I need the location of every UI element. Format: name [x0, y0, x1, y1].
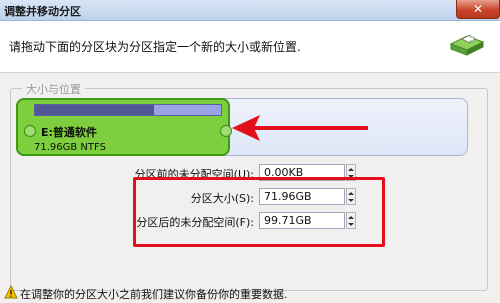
- annotation-arrow-icon: [232, 115, 368, 141]
- close-button[interactable]: ✕: [456, 0, 500, 19]
- dialog-header: 请拖动下面的分区块为分区指定一个新的大小或新位置.: [0, 21, 500, 73]
- resize-move-partition-dialog: 调整并移动分区 ✕ 请拖动下面的分区块为分区指定一个新的大小或新位置. 大小与位…: [0, 0, 500, 303]
- warning-text: 在调整你的分区大小之前我们建议你备份你的重要数据.: [20, 288, 288, 301]
- group-legend: 大小与位置: [22, 81, 85, 97]
- close-icon: ✕: [473, 2, 484, 16]
- title-bar[interactable]: 调整并移动分区 ✕: [0, 0, 500, 21]
- spin-up-icon[interactable]: [348, 168, 354, 171]
- partition-usage-fill: [35, 105, 154, 115]
- window-title: 调整并移动分区: [4, 5, 81, 18]
- partition-info: 71.96GB NTFS: [34, 142, 106, 153]
- partition-name: E:普通软件: [41, 126, 97, 139]
- annotation-highlight-box: [133, 177, 385, 247]
- left-resize-handle[interactable]: [24, 125, 36, 137]
- warning-icon: [4, 285, 18, 299]
- drive-icon: [449, 34, 485, 56]
- instruction-text: 请拖动下面的分区块为分区指定一个新的大小或新位置.: [9, 40, 301, 54]
